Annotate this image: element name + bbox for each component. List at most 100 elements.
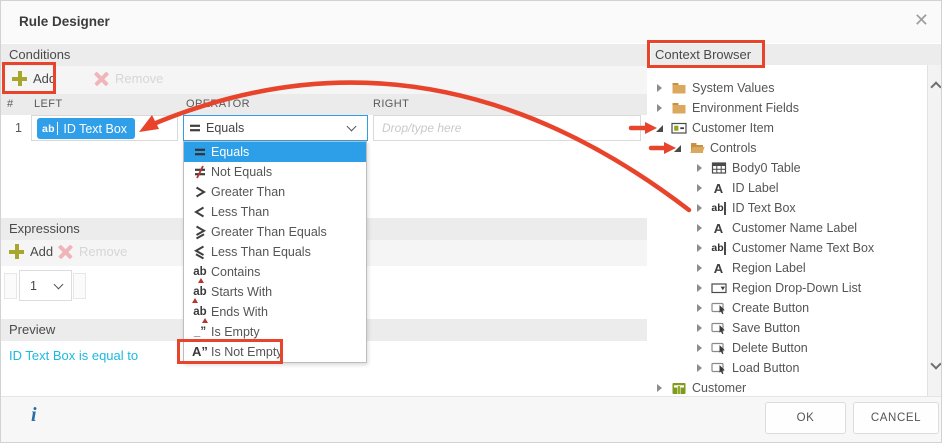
- button-icon: [710, 360, 727, 376]
- smartobject-icon: [670, 380, 687, 396]
- condition-left-input[interactable]: ab ID Text Box: [31, 115, 178, 141]
- title-bar: Rule Designer ✕: [1, 1, 941, 43]
- dropdown-item-label: Is Not Empty: [211, 345, 283, 359]
- column-number: #: [7, 98, 14, 110]
- button-icon: [710, 320, 727, 336]
- dropdown-item-label: Is Empty: [211, 325, 260, 339]
- tree-item-body0-table[interactable]: Body0 Table: [649, 158, 927, 178]
- caret-right-icon[interactable]: [693, 164, 705, 172]
- folder-closed-icon: [670, 80, 687, 96]
- tree-item-label: Create Button: [732, 301, 810, 315]
- tree-item-customer[interactable]: Customer: [649, 378, 927, 396]
- context-browser-header: Context Browser: [651, 44, 941, 66]
- ok-button[interactable]: OK: [765, 402, 846, 434]
- caret-right-icon[interactable]: [693, 224, 705, 232]
- label-icon: A: [713, 220, 724, 236]
- index-value: 1: [30, 278, 37, 293]
- folder-closed-icon: [670, 100, 687, 116]
- textbox-icon: ab: [711, 201, 726, 215]
- tree-item-label: Body0 Table: [732, 161, 801, 175]
- conditions-header-label: Conditions: [9, 47, 71, 62]
- scroll-down-icon[interactable]: [930, 358, 941, 370]
- is-empty-icon: _”: [193, 326, 207, 338]
- dropdown-item-greater-than-equals[interactable]: Greater Than Equals: [184, 222, 366, 242]
- caret-right-icon[interactable]: [693, 344, 705, 352]
- operator-value: Equals: [206, 121, 245, 135]
- equals-icon: [189, 144, 211, 160]
- dropdown-item-is-not-empty[interactable]: A” Is Not Empty: [184, 342, 366, 362]
- tree-item-load-button[interactable]: Load Button: [649, 358, 927, 378]
- text-cursor-icon: [56, 122, 59, 135]
- context-browser-tree: System Values Environment Fields Custome…: [649, 65, 927, 396]
- tree-item-id-text-box[interactable]: ab ID Text Box: [649, 198, 927, 218]
- conditions-remove-button[interactable]: Remove: [94, 71, 163, 86]
- expressions-remove-button[interactable]: Remove: [58, 244, 127, 259]
- cancel-button[interactable]: CANCEL: [853, 402, 939, 434]
- dropdown-item-greater-than[interactable]: Greater Than: [184, 182, 366, 202]
- caret-expanded-icon[interactable]: [671, 144, 683, 152]
- caret-right-icon[interactable]: [693, 264, 705, 272]
- equals-icon: [184, 120, 206, 136]
- dropdown-item-ends-with[interactable]: ab Ends With: [184, 302, 366, 323]
- tree-item-customer-name-label[interactable]: A Customer Name Label: [649, 218, 927, 238]
- info-icon[interactable]: i: [31, 404, 37, 427]
- caret-right-icon[interactable]: [653, 104, 665, 112]
- is-not-empty-icon: A”: [192, 344, 208, 359]
- tree-item-create-button[interactable]: Create Button: [649, 298, 927, 318]
- dropdown-item-equals[interactable]: Equals: [184, 142, 366, 162]
- scroll-up-icon[interactable]: [930, 81, 941, 93]
- dropdown-item-less-than[interactable]: Less Than: [184, 202, 366, 222]
- condition-operator-select[interactable]: Equals: [183, 115, 368, 141]
- tree-item-label: Controls: [710, 141, 757, 155]
- caret-right-icon[interactable]: [693, 244, 705, 252]
- less-than-icon: [189, 204, 211, 220]
- dropdown-item-starts-with[interactable]: ab Starts With: [184, 282, 366, 303]
- dropdown-item-is-empty[interactable]: _” Is Empty: [184, 322, 366, 342]
- dropdown-item-label: Equals: [211, 145, 250, 159]
- caret-right-icon[interactable]: [693, 204, 705, 212]
- tree-item-label: Customer Item: [692, 121, 774, 135]
- expression-index-select[interactable]: 1: [19, 270, 72, 301]
- tree-item-id-label[interactable]: A ID Label: [649, 178, 927, 198]
- contains-icon: ab: [189, 265, 211, 283]
- condition-right-input[interactable]: Drop/type here: [373, 115, 641, 141]
- dropdown-item-contains[interactable]: ab Contains: [184, 262, 366, 283]
- label-icon: A: [713, 260, 724, 276]
- caret-expanded-icon[interactable]: [653, 124, 665, 132]
- tree-item-label: System Values: [692, 81, 775, 95]
- remove-button-label: Remove: [79, 244, 128, 259]
- dropdown-item-not-equals[interactable]: Not Equals: [184, 162, 366, 182]
- tree-item-system-values[interactable]: System Values: [649, 78, 927, 98]
- conditions-add-button[interactable]: Add: [12, 71, 56, 86]
- caret-right-icon[interactable]: [693, 184, 705, 192]
- caret-right-icon[interactable]: [653, 84, 665, 92]
- rule-designer-dialog: Rule Designer ✕ Conditions Add Remove # …: [0, 0, 942, 443]
- tree-item-region-drop-down-list[interactable]: Region Drop-Down List: [649, 278, 927, 298]
- less-than-equals-icon: [189, 244, 211, 260]
- caret-right-icon[interactable]: [653, 384, 665, 392]
- condition-left-chip[interactable]: ab ID Text Box: [37, 118, 136, 139]
- caret-right-icon[interactable]: [693, 364, 705, 372]
- preview-header-label: Preview: [9, 322, 56, 337]
- tree-item-customer-name-text-box[interactable]: ab Customer Name Text Box: [649, 238, 927, 258]
- plus-icon: [12, 71, 27, 86]
- button-icon: [710, 300, 727, 316]
- tree-item-label: ID Label: [732, 181, 779, 195]
- dropdown-item-label: Less Than: [211, 205, 270, 219]
- close-icon[interactable]: ✕: [914, 10, 929, 31]
- tree-item-save-button[interactable]: Save Button: [649, 318, 927, 338]
- caret-right-icon[interactable]: [693, 304, 705, 312]
- tree-item-label: Customer Name Text Box: [732, 241, 875, 255]
- expressions-add-button[interactable]: Add: [9, 244, 53, 259]
- tree-item-delete-button[interactable]: Delete Button: [649, 338, 927, 358]
- tree-scrollbar[interactable]: [927, 65, 941, 396]
- caret-right-icon[interactable]: [693, 284, 705, 292]
- tree-item-region-label[interactable]: A Region Label: [649, 258, 927, 278]
- tree-item-controls[interactable]: Controls: [649, 138, 927, 158]
- caret-right-icon[interactable]: [693, 324, 705, 332]
- column-left: LEFT: [34, 98, 63, 110]
- dropdown-item-less-than-equals[interactable]: Less Than Equals: [184, 242, 366, 262]
- dropdown-item-label: Contains: [211, 265, 261, 279]
- tree-item-customer-item[interactable]: Customer Item: [649, 118, 927, 138]
- tree-item-environment-fields[interactable]: Environment Fields: [649, 98, 927, 118]
